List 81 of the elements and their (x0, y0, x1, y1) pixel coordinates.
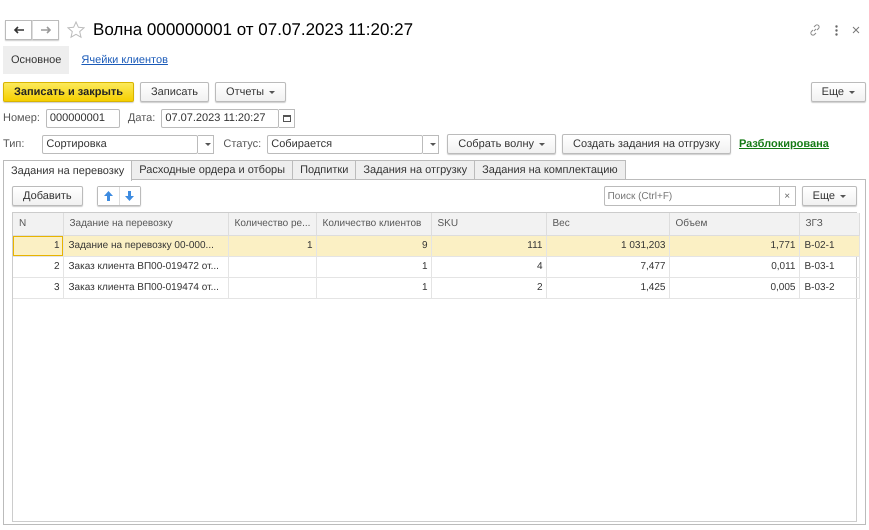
dropdown-button[interactable] (198, 134, 214, 154)
tab[interactable]: Задания на перевозку (3, 160, 132, 181)
calendar-button[interactable] (279, 108, 296, 128)
tab[interactable]: Подпитки (292, 160, 356, 179)
reports-button[interactable]: Отчеты (215, 82, 286, 102)
column-header[interactable]: Задание на перевозку (63, 213, 228, 235)
table-cell: В-02-1 (804, 240, 835, 251)
field-label: Статус: (223, 136, 262, 152)
column-header[interactable]: Количество ре... (228, 213, 316, 235)
caret-icon (205, 142, 212, 146)
table-cell: В-03-2 (804, 282, 835, 293)
clear-button[interactable]: × (780, 186, 796, 206)
field-label: Тип: (3, 136, 24, 152)
column-header[interactable]: Объем (669, 213, 799, 235)
table-cell: 0,005 (770, 282, 796, 293)
close-icon (852, 26, 860, 34)
back-button[interactable] (5, 20, 32, 40)
add-button[interactable]: Добавить (12, 186, 83, 206)
window-title: Волна 000000001 от 07.07.2023 11:20:27 (93, 20, 414, 40)
tab[interactable]: Задания на комплектацию (474, 160, 626, 179)
date-field[interactable]: 07.07.2023 11:20:27 (161, 108, 280, 128)
table-cell: 1,425 (640, 282, 666, 293)
caret-icon (840, 194, 846, 198)
up-arrow-icon (104, 191, 113, 201)
table-row[interactable]: 3 Заказ клиента ВП00-019474 от... 1 2 1,425 0,005 В-03-2 (13, 277, 859, 298)
field-label: Номер: (3, 110, 40, 126)
create-tasks-button[interactable]: Создать задания на отгрузку (562, 134, 731, 154)
table-cell: 1 (54, 240, 60, 251)
table-cell: Задание на перевозку 00-000... (68, 240, 214, 251)
caret-icon (430, 142, 436, 146)
collect-wave-button[interactable]: Собрать волну (447, 134, 556, 154)
table-cell: 4 (536, 261, 542, 272)
table-cell: 9 (422, 240, 428, 251)
caret-icon (849, 90, 855, 94)
number-field[interactable]: 000000001 (46, 108, 120, 128)
table-row[interactable]: 2 Заказ клиента ВП00-019472 от... 1 4 7,477 0,011 В-03-1 (13, 256, 859, 277)
table-cell: 0,011 (771, 261, 796, 272)
calendar-icon (282, 114, 291, 122)
table-cell: 7,477 (640, 261, 666, 272)
field-label: Дата: (128, 110, 156, 126)
column-header[interactable]: ЗГЗ (799, 213, 859, 235)
table-cell: 1 (422, 282, 428, 293)
save-close-button[interactable]: Записать и закрыть (3, 82, 134, 102)
lock-status-link[interactable]: Разблокирована (738, 136, 829, 152)
section-tab[interactable]: Ячейки клиентов (73, 46, 176, 74)
table-cell: 2 (54, 261, 60, 272)
caret-icon (269, 90, 276, 94)
table-cell: 1 (306, 240, 312, 251)
down-arrow-icon (125, 191, 134, 201)
table-cell: Заказ клиента ВП00-019472 от... (68, 261, 219, 272)
move-down-button[interactable] (118, 187, 140, 205)
back-arrow-icon (12, 26, 24, 34)
caret-icon (539, 142, 546, 146)
dropdown-button[interactable] (423, 134, 440, 154)
column-header[interactable]: Вес (546, 213, 669, 235)
section-tab[interactable]: Основное (3, 46, 70, 74)
table-cell: 1 031,203 (621, 240, 666, 251)
search-field[interactable]: Поиск (Ctrl+F) (604, 186, 780, 206)
table-cell: 3 (54, 282, 60, 293)
more-icon (835, 24, 838, 36)
forward-arrow-icon (40, 26, 52, 34)
table-cell: 2 (536, 282, 542, 293)
tab[interactable]: Задания на отгрузку (355, 160, 476, 179)
table-row[interactable]: 1 Задание на перевозку 00-000... 1 9 111 1 031,203 1,771 В-02-1 (13, 235, 859, 256)
table-cell: 1 (422, 261, 428, 272)
column-header[interactable]: SKU (431, 213, 546, 235)
table-cell: В-03-1 (804, 261, 835, 272)
tab[interactable]: Расходные ордера и отборы (131, 160, 294, 179)
type-field[interactable]: Сортировка (42, 134, 198, 154)
star-icon[interactable] (67, 21, 85, 39)
column-header[interactable]: N (13, 213, 63, 235)
table-more-button[interactable]: Еще (802, 186, 857, 206)
table-cell: 1,771 (770, 240, 796, 251)
status-field[interactable]: Собирается (267, 134, 424, 154)
column-header[interactable]: Количество клиентов (316, 213, 431, 235)
table-cell: 111 (527, 240, 542, 251)
move-up-button[interactable] (98, 187, 119, 205)
more-button[interactable]: Еще (810, 82, 866, 102)
link-icon (809, 24, 821, 36)
save-button[interactable]: Записать (140, 82, 210, 102)
table-cell: Заказ клиента ВП00-019474 от... (68, 282, 219, 293)
